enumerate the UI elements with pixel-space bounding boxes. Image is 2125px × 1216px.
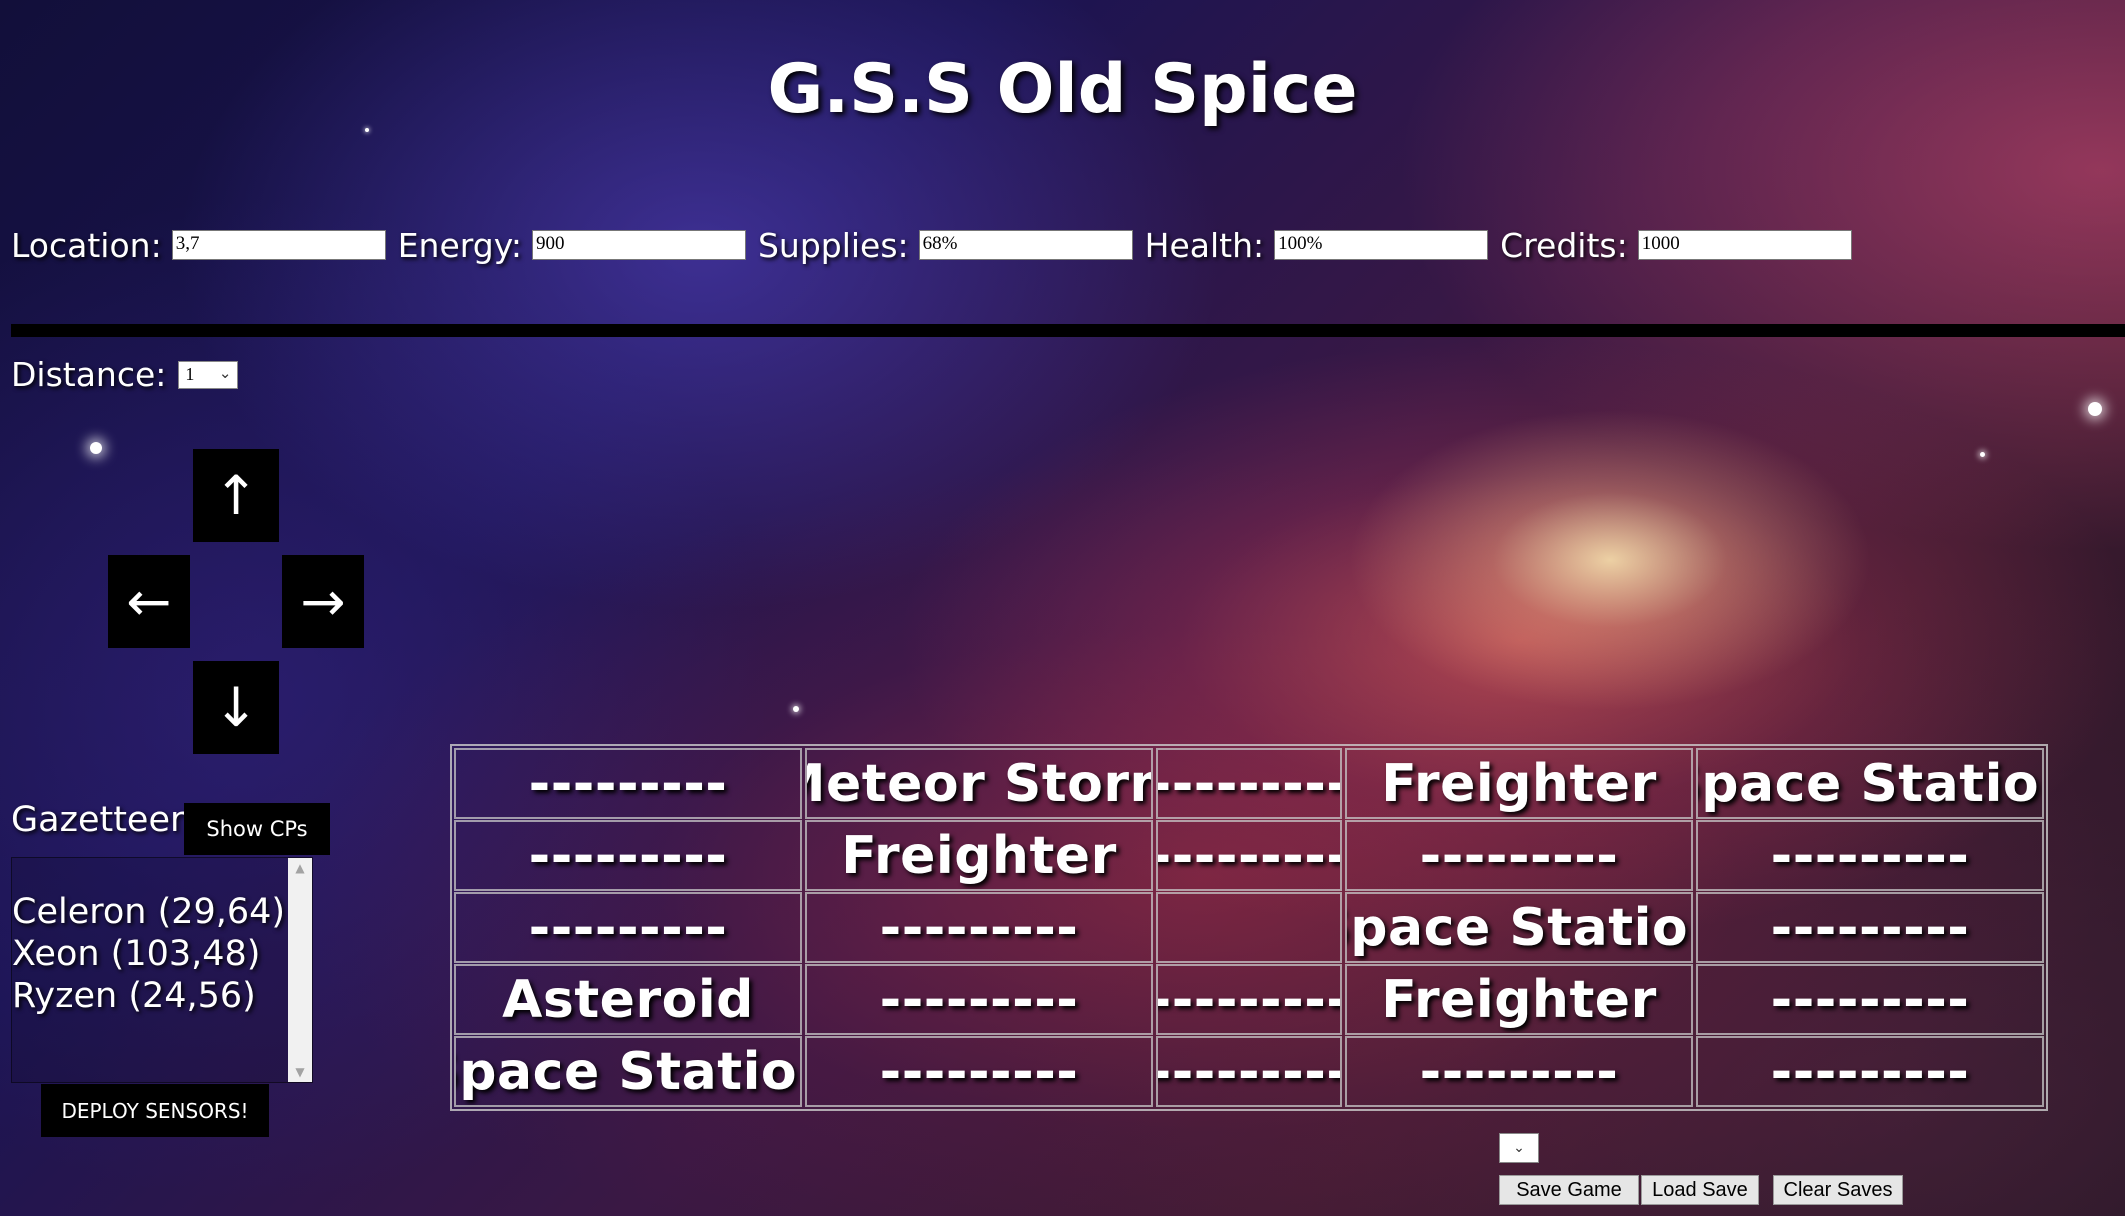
grid-cell: ---------	[1156, 964, 1342, 1035]
grid-cell: Space Station	[454, 1036, 802, 1107]
grid-cell: ---------	[454, 820, 802, 891]
save-slot-select[interactable]: ⌄	[1499, 1133, 1539, 1163]
gazetteer-entry: Celeron (29,64)	[12, 892, 286, 932]
grid-cell: ---------	[454, 748, 802, 819]
grid-cell: ---------	[1156, 1036, 1342, 1107]
grid-cell: Freighter	[805, 820, 1153, 891]
chevron-down-icon: ⌄	[218, 365, 232, 382]
grid-cell: ---------	[805, 1036, 1153, 1107]
scroll-down-icon[interactable]: ▼	[288, 1062, 312, 1082]
grid-cell: ---------	[1345, 1036, 1693, 1107]
move-left-button[interactable]: ←	[108, 555, 190, 648]
grid-cell: Space Station	[1696, 748, 2044, 819]
divider	[11, 324, 2125, 337]
grid-cell: ---------	[1156, 820, 1342, 891]
supplies-field[interactable]: 68%	[918, 230, 1133, 260]
move-up-button[interactable]: ↑	[193, 449, 279, 542]
location-field[interactable]: 3,7	[171, 230, 386, 260]
scrollbar[interactable]: ▲ ▼	[288, 858, 312, 1082]
grid-cell: ---------	[805, 964, 1153, 1035]
grid-cell: ---------	[1156, 748, 1342, 819]
grid-cell: Freighter	[1345, 964, 1693, 1035]
chevron-down-icon: ⌄	[1513, 1140, 1525, 1156]
distance-label: Distance:	[11, 355, 167, 394]
star	[2088, 402, 2102, 416]
supplies-label: Supplies:	[757, 225, 909, 265]
scroll-up-icon[interactable]: ▲	[288, 858, 312, 878]
energy-label: Energy:	[397, 225, 522, 265]
grid-cell: Meteor Storm	[805, 748, 1153, 819]
grid-cell: ---------	[1696, 892, 2044, 963]
show-cps-button[interactable]: Show CPs	[184, 803, 330, 855]
status-bar: Location: 3,7 Energy: 900 Supplies: 68% …	[11, 222, 1864, 268]
star	[793, 706, 799, 712]
grid-cell: Freighter	[1345, 748, 1693, 819]
location-label: Location:	[11, 225, 162, 265]
gazetteer-list[interactable]: Celeron (29,64) Xeon (103,48) Ryzen (24,…	[11, 857, 313, 1083]
distance-control: Distance: 1 ⌄	[11, 355, 239, 394]
grid-cell: ---------	[805, 892, 1153, 963]
move-down-button[interactable]: ↓	[193, 661, 279, 754]
credits-field[interactable]: 1000	[1637, 230, 1852, 260]
star	[90, 442, 102, 454]
clear-saves-button[interactable]: Clear Saves	[1773, 1175, 1903, 1205]
grid-cell: ---------	[1696, 1036, 2044, 1107]
distance-value: 1	[185, 363, 195, 384]
deploy-sensors-button[interactable]: DEPLOY SENSORS!	[41, 1084, 269, 1137]
grid-cell: ---------	[1696, 820, 2044, 891]
grid-cell: ---------	[1345, 820, 1693, 891]
health-label: Health:	[1144, 225, 1265, 265]
grid-cell: Space Station	[1345, 892, 1693, 963]
grid-cell-current-location	[1156, 892, 1342, 963]
energy-field[interactable]: 900	[531, 230, 746, 260]
move-right-button[interactable]: →	[282, 555, 364, 648]
load-save-button[interactable]: Load Save	[1641, 1175, 1759, 1205]
game-title: G.S.S Old Spice	[767, 50, 1358, 129]
sensor-grid: --------- Meteor Storm --------- Freight…	[450, 744, 2048, 1111]
gazetteer-entry: Ryzen (24,56)	[12, 976, 256, 1016]
save-game-button[interactable]: Save Game	[1499, 1175, 1639, 1205]
grid-cell: Asteroid	[454, 964, 802, 1035]
gazetteer-entry: Xeon (103,48)	[12, 934, 261, 974]
gazetteer-label: Gazetteer	[11, 800, 185, 840]
grid-cell: ---------	[1696, 964, 2044, 1035]
distance-select[interactable]: 1 ⌄	[178, 360, 239, 389]
grid-cell: ---------	[454, 892, 802, 963]
health-field[interactable]: 100%	[1274, 230, 1489, 260]
star	[1980, 452, 1985, 457]
credits-label: Credits:	[1500, 225, 1628, 265]
